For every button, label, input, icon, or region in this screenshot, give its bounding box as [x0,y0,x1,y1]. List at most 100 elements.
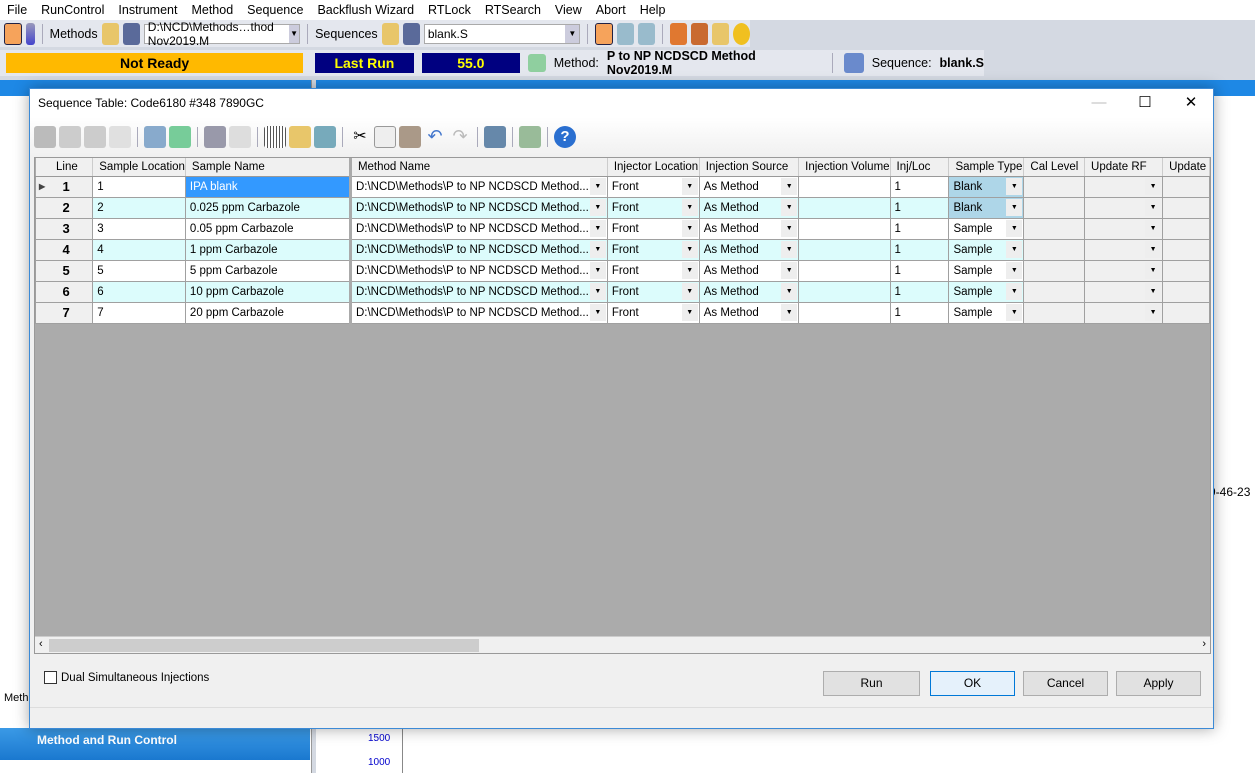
nav-method-and-run-control[interactable]: Method and Run Control [0,728,310,760]
cell-type[interactable]: Sample ▼ [948,259,1025,282]
chevron-down-icon[interactable]: ▼ [589,219,606,237]
menu-instrument[interactable]: Instrument [111,3,184,17]
cell-src[interactable]: As Method ▼ [698,175,800,198]
column-header[interactable]: Inj/Loc [890,158,950,177]
cell-type[interactable]: Sample ▼ [948,280,1025,303]
cell-inj[interactable]: 1 [889,238,950,261]
cell-cal[interactable] [1023,301,1086,324]
cell-inj[interactable]: 1 [889,217,950,240]
cell-method[interactable]: D:\NCD\Methods\P to NP NCDSCD Method... ▼ [348,238,608,261]
cell-injloc[interactable]: Front ▼ [606,238,700,261]
chevron-down-icon[interactable]: ▼ [781,261,798,279]
cell-name[interactable]: 5 ppm Carbazole [184,259,351,282]
instrument-view-icon[interactable] [4,22,22,45]
cell-loc[interactable]: 1 [92,175,186,198]
checkbox-box[interactable] [44,671,57,684]
cell-method[interactable]: D:\NCD\Methods\P to NP NCDSCD Method... ▼ [348,175,608,198]
table-row[interactable]: 3 3 0.05 ppm Carbazole D:\NCD\Methods\P to … [35,217,1210,240]
cell-type[interactable]: Blank ▼ [948,175,1025,198]
cell-name[interactable]: 1 ppm Carbazole [184,238,351,261]
cell-vol[interactable] [798,280,891,303]
table-row[interactable]: 6 6 10 ppm Carbazole D:\NCD\Methods\P to NP… [35,280,1210,303]
cell-vol[interactable] [798,259,891,282]
table-row[interactable]: 7 7 20 ppm Carbazole D:\NCD\Methods\P to NP… [35,301,1210,324]
cell-injloc[interactable]: Front ▼ [606,196,700,219]
column-header[interactable]: Sample Name [185,158,351,177]
column-header[interactable]: Sample Type [948,158,1025,177]
menu-sequence[interactable]: Sequence [240,3,310,17]
cell-upd[interactable] [1162,175,1210,198]
filter-icon[interactable] [204,126,226,148]
table-row[interactable]: ▶ 1 1 IPA blank D:\NCD\Methods\P to NP NCDSC… [35,175,1210,198]
chevron-down-icon[interactable]: ▼ [781,198,798,216]
cell-vol[interactable] [798,175,891,198]
cell-injloc[interactable]: Front ▼ [606,301,700,324]
cell-loc[interactable]: 7 [92,301,186,324]
cell-rf[interactable]: ▼ [1084,217,1164,240]
chevron-down-icon[interactable]: ▼ [781,303,798,321]
chevron-down-icon[interactable]: ▼ [681,261,698,279]
cell-rf[interactable]: ▼ [1084,301,1164,324]
chevron-down-icon[interactable]: ▼ [589,177,606,195]
cell-inj[interactable]: 1 [889,196,950,219]
barcode-icon[interactable] [264,126,286,148]
horizontal-scrollbar[interactable]: ‹ › [35,636,1210,653]
chevron-down-icon[interactable]: ▼ [1006,261,1023,279]
data-view-icon[interactable] [637,22,655,45]
cell-src[interactable]: As Method ▼ [698,196,800,219]
scroll-thumb[interactable] [49,639,479,652]
dual-injections-checkbox[interactable]: Dual Simultaneous Injections [44,671,209,684]
cell-method[interactable]: D:\NCD\Methods\P to NP NCDSCD Method... ▼ [348,217,608,240]
cut-rows-icon[interactable] [34,126,56,148]
cell-upd[interactable] [1162,280,1210,303]
cell-src[interactable]: As Method ▼ [698,238,800,261]
cell-type[interactable]: Sample ▼ [948,217,1025,240]
cell-inj[interactable]: 1 [889,175,950,198]
cell-name[interactable]: IPA blank [184,175,351,198]
cell-rf[interactable]: ▼ [1084,259,1164,282]
cell-upd[interactable] [1162,196,1210,219]
cell-loc[interactable]: 6 [92,280,186,303]
column-header[interactable]: Injection Source [699,158,800,177]
chevron-down-icon[interactable]: ▼ [1006,303,1023,321]
minimize-button[interactable]: — [1076,89,1122,117]
menu-help[interactable]: Help [633,3,673,17]
paste-icon[interactable] [399,126,421,148]
cell-inj[interactable]: 1 [889,301,950,324]
open-method-icon[interactable] [101,22,119,45]
cell-line[interactable]: 4 [35,238,94,261]
method-select[interactable]: D:\NCD\Methods…thod Nov2019.M ▼ [143,20,301,48]
table-row[interactable]: 5 5 5 ppm Carbazole D:\NCD\Methods\P to NP … [35,259,1210,282]
chevron-down-icon[interactable]: ▼ [681,240,698,258]
signal-view-icon[interactable] [616,22,634,45]
menu-backflush-wizard[interactable]: Backflush Wizard [310,3,421,17]
sequence-book-icon[interactable] [690,22,708,45]
cell-line[interactable]: ▶ 1 [35,175,94,198]
cell-rf[interactable]: ▼ [1084,175,1164,198]
cell-loc[interactable]: 3 [92,217,186,240]
scroll-right-icon[interactable]: › [1202,638,1206,650]
settings-gear-icon[interactable] [732,22,751,45]
cell-rf[interactable]: ▼ [1084,196,1164,219]
cell-type[interactable]: Sample ▼ [948,238,1025,261]
cell-injloc[interactable]: Front ▼ [606,259,700,282]
cell-rf[interactable]: ▼ [1084,280,1164,303]
apply-button[interactable]: Apply [1116,671,1201,696]
cell-name[interactable]: 10 ppm Carbazole [184,280,351,303]
insert-rows-icon[interactable] [59,126,81,148]
cell-type[interactable]: Sample ▼ [948,301,1025,324]
cell-line[interactable]: 7 [35,301,94,324]
cancel-button[interactable]: Cancel [1023,671,1108,696]
cell-upd[interactable] [1162,301,1210,324]
chevron-down-icon[interactable]: ▼ [1145,198,1162,216]
chevron-down-icon[interactable]: ▼ [1006,240,1023,258]
sequence-select[interactable]: blank.S ▼ [423,23,581,44]
cell-upd[interactable] [1162,217,1210,240]
cell-upd[interactable] [1162,238,1210,261]
chevron-down-icon[interactable]: ▼ [681,303,698,321]
chevron-down-icon[interactable]: ▼ [589,303,606,321]
cell-loc[interactable]: 5 [92,259,186,282]
cell-src[interactable]: As Method ▼ [698,259,800,282]
cell-method[interactable]: D:\NCD\Methods\P to NP NCDSCD Method... ▼ [348,259,608,282]
help-icon[interactable]: ? [554,126,576,148]
